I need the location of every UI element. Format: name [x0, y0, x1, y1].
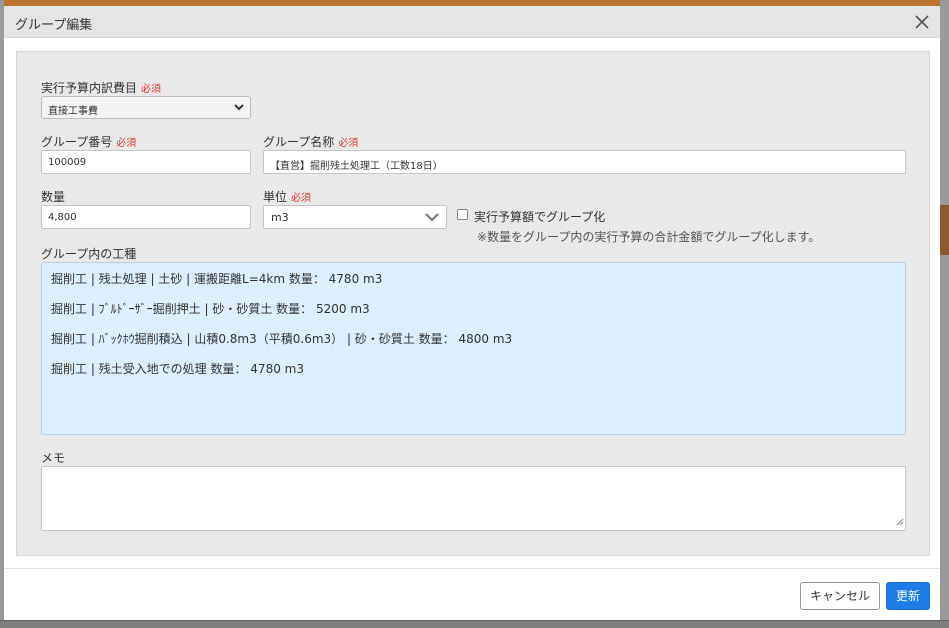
unit-value: m3 — [271, 211, 289, 224]
background-page-bottom — [0, 620, 949, 628]
quantity-label: 数量 — [41, 190, 66, 204]
quantity-input[interactable]: 4,800 — [41, 205, 251, 229]
resize-handle-icon[interactable] — [896, 515, 904, 529]
memo-textarea[interactable] — [41, 466, 906, 531]
chevron-down-icon — [425, 212, 439, 225]
work-items-label: グループ内の工種 — [41, 247, 137, 261]
group-by-budget-note: ※数量をグループ内の実行予算の合計金額でグループ化します。 — [477, 230, 821, 244]
modal-body: 実行予算内訳費目 必須 直接工事費 グループ番号 必須 100009 グループ名称必… — [16, 51, 930, 556]
group-number-input[interactable]: 100009 — [41, 150, 251, 174]
modal-title: グループ編集 — [15, 18, 93, 33]
chevron-down-icon — [233, 101, 245, 116]
cost-item-label: 実行予算内訳費目 必須 — [41, 81, 162, 95]
close-icon — [915, 15, 929, 29]
memo-label: メモ — [41, 451, 66, 465]
required-badge: 必須 — [291, 193, 312, 204]
list-item: 掘削工 | 残土処理 | 土砂 | 運搬距離L=4km 数量： 4780 m3 — [51, 272, 383, 286]
list-item: 掘削工 | ﾌﾞﾙﾄﾞｰｻﾞｰ掘削押土 | 砂・砂質土 数量： 5200 m3 — [51, 302, 370, 316]
group-number-label: グループ番号 必須 — [41, 135, 137, 149]
cost-item-value: 直接工事費 — [48, 106, 98, 117]
update-button[interactable]: 更新 — [886, 582, 930, 610]
cancel-button[interactable]: キャンセル — [800, 582, 880, 610]
modal-header: グループ編集 — [4, 6, 940, 38]
required-badge: 必須 — [116, 138, 137, 149]
work-items-list: 掘削工 | 残土処理 | 土砂 | 運搬距離L=4km 数量： 4780 m3 … — [41, 262, 906, 435]
background-table-header — [940, 205, 949, 255]
unit-label: 単位 必須 — [263, 190, 312, 204]
required-badge: 必須 — [141, 84, 162, 95]
cost-item-select[interactable]: 直接工事費 — [41, 96, 251, 119]
unit-select[interactable]: m3 — [263, 205, 447, 229]
background-page-right — [940, 0, 949, 628]
list-item: 掘削工 | ﾊﾞｯｸﾎｳ掘削積込 | 山積0.8m3（平積0.6m3） | 砂・… — [51, 332, 513, 346]
group-by-budget-checkbox[interactable] — [457, 209, 468, 220]
group-name-label: グループ名称 必須 — [263, 135, 359, 149]
required-badge: 必須 — [338, 138, 359, 149]
group-edit-modal: グループ編集 実行予算内訳費目 必須 直接工事費 グループ番号 必須 100009 … — [4, 6, 940, 620]
list-item: 掘削工 | 残土受入地での処理 数量： 4780 m3 — [51, 362, 304, 376]
modal-footer: キャンセル 更新 — [4, 568, 940, 620]
group-name-input[interactable]: 【直営】掘削残土処理工（工数18日） — [263, 150, 906, 174]
close-button[interactable] — [912, 12, 932, 32]
group-by-budget-label: 実行予算額でグループ化 — [474, 210, 606, 224]
